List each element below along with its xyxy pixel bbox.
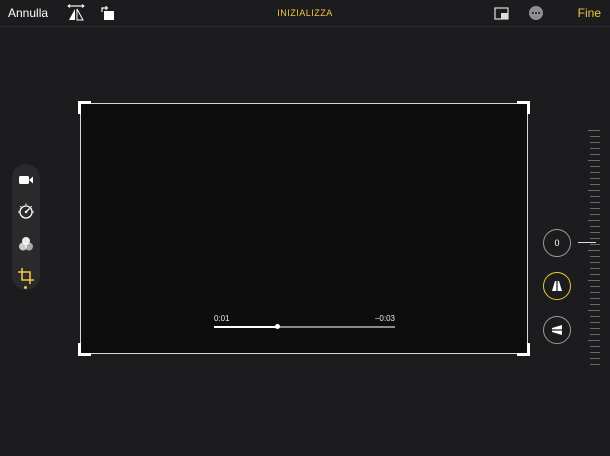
active-tool-indicator: [24, 286, 27, 289]
ruler-tick: [590, 244, 600, 245]
ruler-tick: [588, 130, 600, 131]
ruler-tick: [588, 310, 600, 311]
ruler-tick: [590, 136, 600, 137]
ruler-tick: [590, 346, 600, 347]
ruler-tick: [590, 274, 600, 275]
ruler-tick: [590, 358, 600, 359]
ruler-tick: [590, 178, 600, 179]
horizontal-perspective-icon: [552, 325, 562, 335]
ruler-tick: [590, 196, 600, 197]
ruler-tick: [590, 268, 600, 269]
adjust-dial-icon[interactable]: [16, 202, 36, 222]
ruler-tick: [588, 280, 600, 281]
straighten-ruler[interactable]: [587, 130, 603, 370]
ruler-tick: [588, 340, 600, 341]
ruler-tick: [590, 352, 600, 353]
edit-tools-panel: [12, 164, 40, 290]
ruler-tick: [590, 256, 600, 257]
done-button[interactable]: Fine: [578, 6, 601, 20]
crop-icon[interactable]: [16, 266, 36, 286]
page-title: INIZIALIZZA: [277, 8, 333, 18]
video-camera-icon[interactable]: [16, 170, 36, 190]
ruler-tick: [590, 298, 600, 299]
ruler-tick: [588, 220, 600, 221]
ruler-tick: [590, 322, 600, 323]
playback-scrubber[interactable]: 0:01 −0:03: [214, 314, 395, 334]
ruler-tick: [590, 214, 600, 215]
ruler-tick: [590, 226, 600, 227]
ruler-tick: [590, 328, 600, 329]
ruler-tick: [590, 208, 600, 209]
ruler-tick: [590, 172, 600, 173]
ruler-tick: [590, 184, 600, 185]
ruler-tick: [590, 262, 600, 263]
ruler-tick: [590, 154, 600, 155]
ruler-tick: [588, 160, 600, 161]
vertical-perspective-icon: [552, 281, 562, 291]
aspect-ratio-icon[interactable]: [492, 3, 512, 23]
vertical-perspective-button[interactable]: [543, 272, 571, 300]
horizontal-perspective-button[interactable]: [543, 316, 571, 344]
top-toolbar: Annulla INIZIALIZZA Fine: [0, 0, 610, 27]
crop-handle-top-left[interactable]: [78, 101, 91, 114]
ruler-tick: [590, 142, 600, 143]
ruler-indicator: [578, 242, 596, 243]
ruler-tick: [590, 166, 600, 167]
crop-handle-bottom-right[interactable]: [517, 343, 530, 356]
ruler-tick: [588, 250, 600, 251]
crop-handle-top-right[interactable]: [517, 101, 530, 114]
ruler-tick: [590, 334, 600, 335]
ruler-tick: [590, 148, 600, 149]
ruler-tick: [590, 232, 600, 233]
ruler-tick: [590, 304, 600, 305]
ruler-tick: [590, 316, 600, 317]
elapsed-time: 0:01: [214, 314, 230, 323]
straighten-value: 0: [554, 238, 560, 248]
ruler-tick: [590, 364, 600, 365]
scrubber-track[interactable]: [214, 324, 395, 329]
ruler-tick: [590, 202, 600, 203]
ruler-tick: [590, 292, 600, 293]
scrubber-progress: [214, 326, 278, 328]
ruler-tick: [590, 238, 600, 239]
crop-handle-bottom-left[interactable]: [78, 343, 91, 356]
ruler-tick: [590, 286, 600, 287]
ruler-tick: [588, 190, 600, 191]
straighten-button[interactable]: 0: [543, 229, 571, 257]
more-icon[interactable]: [526, 3, 546, 23]
filters-icon[interactable]: [16, 234, 36, 254]
scrubber-knob[interactable]: [275, 324, 281, 329]
remaining-time: −0:03: [374, 314, 395, 323]
